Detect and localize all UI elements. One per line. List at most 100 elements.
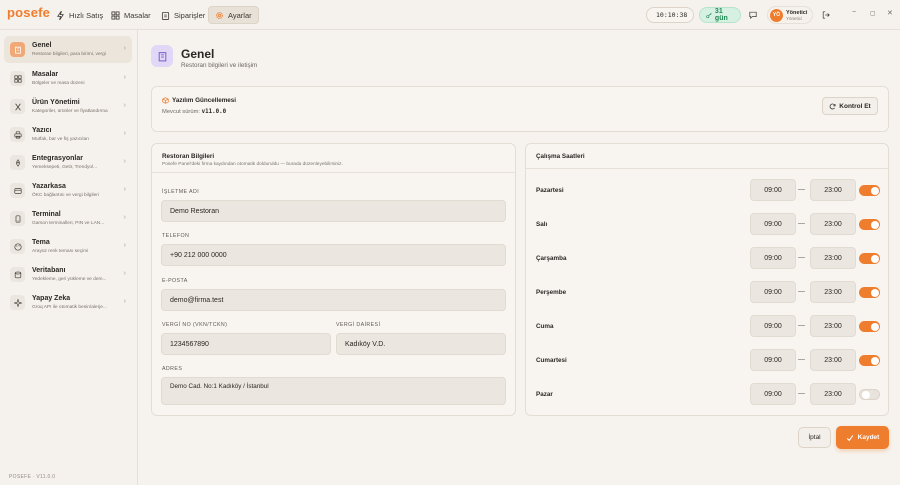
settings-sidebar: Genel Restoran bilgileri, para birimi, v… [0, 30, 138, 485]
chevron-right-icon: › [123, 102, 126, 109]
cancel-button[interactable]: İptal [798, 427, 831, 448]
day-label: Çarşamba [536, 255, 567, 262]
database-icon [10, 267, 25, 282]
package-icon [162, 97, 169, 104]
tab-label: Ayarlar [228, 10, 252, 20]
maximize-button[interactable]: ▢ [870, 10, 876, 17]
business-name-label: İŞLETME ADI [162, 189, 200, 195]
sidebar-item-description: Yedekleme, geri yükleme ve dem... [32, 277, 107, 282]
close-time-input[interactable]: 23:00 [810, 315, 856, 337]
grid-icon [111, 10, 120, 20]
building-icon [10, 42, 25, 57]
open-time-input[interactable]: 09:00 [750, 247, 796, 269]
sidebar-item-label: Veritabanı [32, 267, 66, 274]
chat-button[interactable] [746, 8, 760, 22]
day-toggle[interactable] [859, 355, 880, 366]
section-title: Restoran Bilgileri [162, 153, 215, 160]
day-toggle[interactable] [859, 253, 880, 264]
sidebar-item-description: Garson terminalleri, PIN ve LAN... [32, 221, 105, 226]
day-toggle[interactable] [859, 389, 880, 400]
refresh-icon [829, 103, 836, 109]
day-toggle[interactable] [859, 321, 880, 332]
tab-tables[interactable]: Masalar [105, 6, 157, 24]
business-name-input[interactable]: Demo Restoran [161, 200, 506, 222]
update-title: Yazılım Güncellemesi [172, 97, 237, 104]
close-button[interactable]: ✕ [887, 9, 893, 17]
section-title: Çalışma Saatleri [536, 153, 585, 160]
day-label: Salı [536, 221, 548, 228]
sidebar-item-products[interactable]: Ürün Yönetimi Kategoriler, ürünler ve fi… [4, 93, 132, 120]
chevron-right-icon: › [123, 45, 126, 52]
working-hours-card: Çalışma Saatleri Pazartesi 09:00 — 23:00… [525, 143, 889, 416]
sidebar-item-label: Yazarkasa [32, 183, 66, 190]
close-time-input[interactable]: 23:00 [810, 213, 856, 235]
sidebar-item-terminal[interactable]: Terminal Garson terminalleri, PIN ve LAN… [4, 205, 132, 232]
sidebar-item-general[interactable]: Genel Restoran bilgileri, para birimi, v… [4, 36, 132, 63]
day-label: Pazartesi [536, 187, 564, 194]
bolt-icon [57, 10, 64, 20]
page-subtitle: Restoran bilgileri ve iletişim [181, 62, 258, 69]
chevron-right-icon: › [123, 186, 126, 193]
close-time-input[interactable]: 23:00 [810, 383, 856, 405]
sidebar-item-cash-register[interactable]: Yazarkasa ÖKC bağlantısı ve vergi bilgil… [4, 177, 132, 204]
sidebar-item-label: Terminal [32, 211, 61, 218]
address-textarea[interactable]: Demo Cad. No:1 Kadıköy / İstanbul [161, 377, 506, 405]
sidebar-item-label: Tema [32, 239, 50, 246]
day-label: Pazar [536, 391, 553, 398]
sidebar-item-description: Mutfak, bar ve fiş yazıcıları [32, 137, 90, 142]
user-role: Yönetici [786, 15, 803, 21]
sidebar-item-theme[interactable]: Tema Arayüz renk teması seçimi › [4, 233, 132, 260]
day-toggle[interactable] [859, 185, 880, 196]
email-input[interactable]: demo@firma.test [161, 289, 506, 311]
logout-icon [822, 11, 830, 19]
close-time-input[interactable]: 23:00 [810, 247, 856, 269]
open-time-input[interactable]: 09:00 [750, 281, 796, 303]
open-time-input[interactable]: 09:00 [750, 349, 796, 371]
user-name: Yönetici [786, 9, 808, 16]
sidebar-item-label: Genel [32, 42, 52, 49]
tax-no-input[interactable]: 1234567890 [161, 333, 331, 355]
building-icon [151, 45, 173, 67]
sidebar-item-tables[interactable]: Masalar Bölgeler ve masa düzeni › [4, 65, 132, 92]
plug-icon [10, 155, 25, 170]
sparkle-icon [10, 295, 25, 310]
sidebar-item-ai[interactable]: Yapay Zeka Groq API ile otomatik besin/a… [4, 289, 132, 316]
phone-label: TELEFON [162, 233, 190, 239]
day-toggle[interactable] [859, 287, 880, 298]
sidebar-item-integrations[interactable]: Entegrasyonlar Yemeksepeti, Getir, Trend… [4, 149, 132, 176]
close-time-input[interactable]: 23:00 [810, 349, 856, 371]
palette-icon [10, 239, 25, 254]
sidebar-item-database[interactable]: Veritabanı Yedekleme, geri yükleme ve de… [4, 261, 132, 288]
app-version: POSEFE · V11.0.0 [9, 474, 56, 480]
version-value: v11.0.0 [201, 109, 227, 115]
sidebar-item-label: Yapay Zeka [32, 295, 71, 302]
save-button[interactable]: Kaydet [836, 426, 889, 449]
tab-quick-sale[interactable]: Hızlı Satış [50, 6, 109, 24]
open-time-input[interactable]: 09:00 [750, 383, 796, 405]
logout-button[interactable] [819, 8, 833, 22]
close-time-input[interactable]: 23:00 [810, 281, 856, 303]
open-time-input[interactable]: 09:00 [750, 213, 796, 235]
sidebar-item-description: Yemeksepeti, Getir, Trendyol... [32, 165, 98, 170]
open-time-input[interactable]: 09:00 [750, 179, 796, 201]
day-toggle[interactable] [859, 219, 880, 230]
license-days-badge[interactable]: 31 gün [699, 7, 741, 23]
chevron-right-icon: › [123, 298, 126, 305]
sidebar-item-label: Yazıcı [32, 127, 52, 134]
phone-input[interactable]: +90 212 000 0000 [161, 244, 506, 266]
check-update-button[interactable]: Kontrol Et [822, 97, 878, 115]
key-icon [706, 12, 712, 18]
minimize-button[interactable]: − [852, 9, 856, 16]
sidebar-item-printer[interactable]: Yazıcı Mutfak, bar ve fiş yazıcıları › [4, 121, 132, 148]
tax-office-input[interactable]: Kadıköy V.D. [336, 333, 506, 355]
tab-orders[interactable]: Siparişler [155, 6, 211, 24]
open-time-input[interactable]: 09:00 [750, 315, 796, 337]
user-menu[interactable]: YÖ Yönetici Yönetici [767, 6, 813, 24]
sidebar-item-label: Entegrasyonlar [32, 155, 83, 162]
sidebar-item-label: Masalar [32, 71, 59, 78]
restaurant-info-card: Restoran Bilgileri Posefe Panel'deki fir… [151, 143, 516, 416]
close-time-input[interactable]: 23:00 [810, 179, 856, 201]
sidebar-item-description: Arayüz renk teması seçimi [32, 249, 89, 254]
tab-settings[interactable]: Ayarlar [208, 6, 259, 24]
chat-icon [749, 11, 757, 19]
